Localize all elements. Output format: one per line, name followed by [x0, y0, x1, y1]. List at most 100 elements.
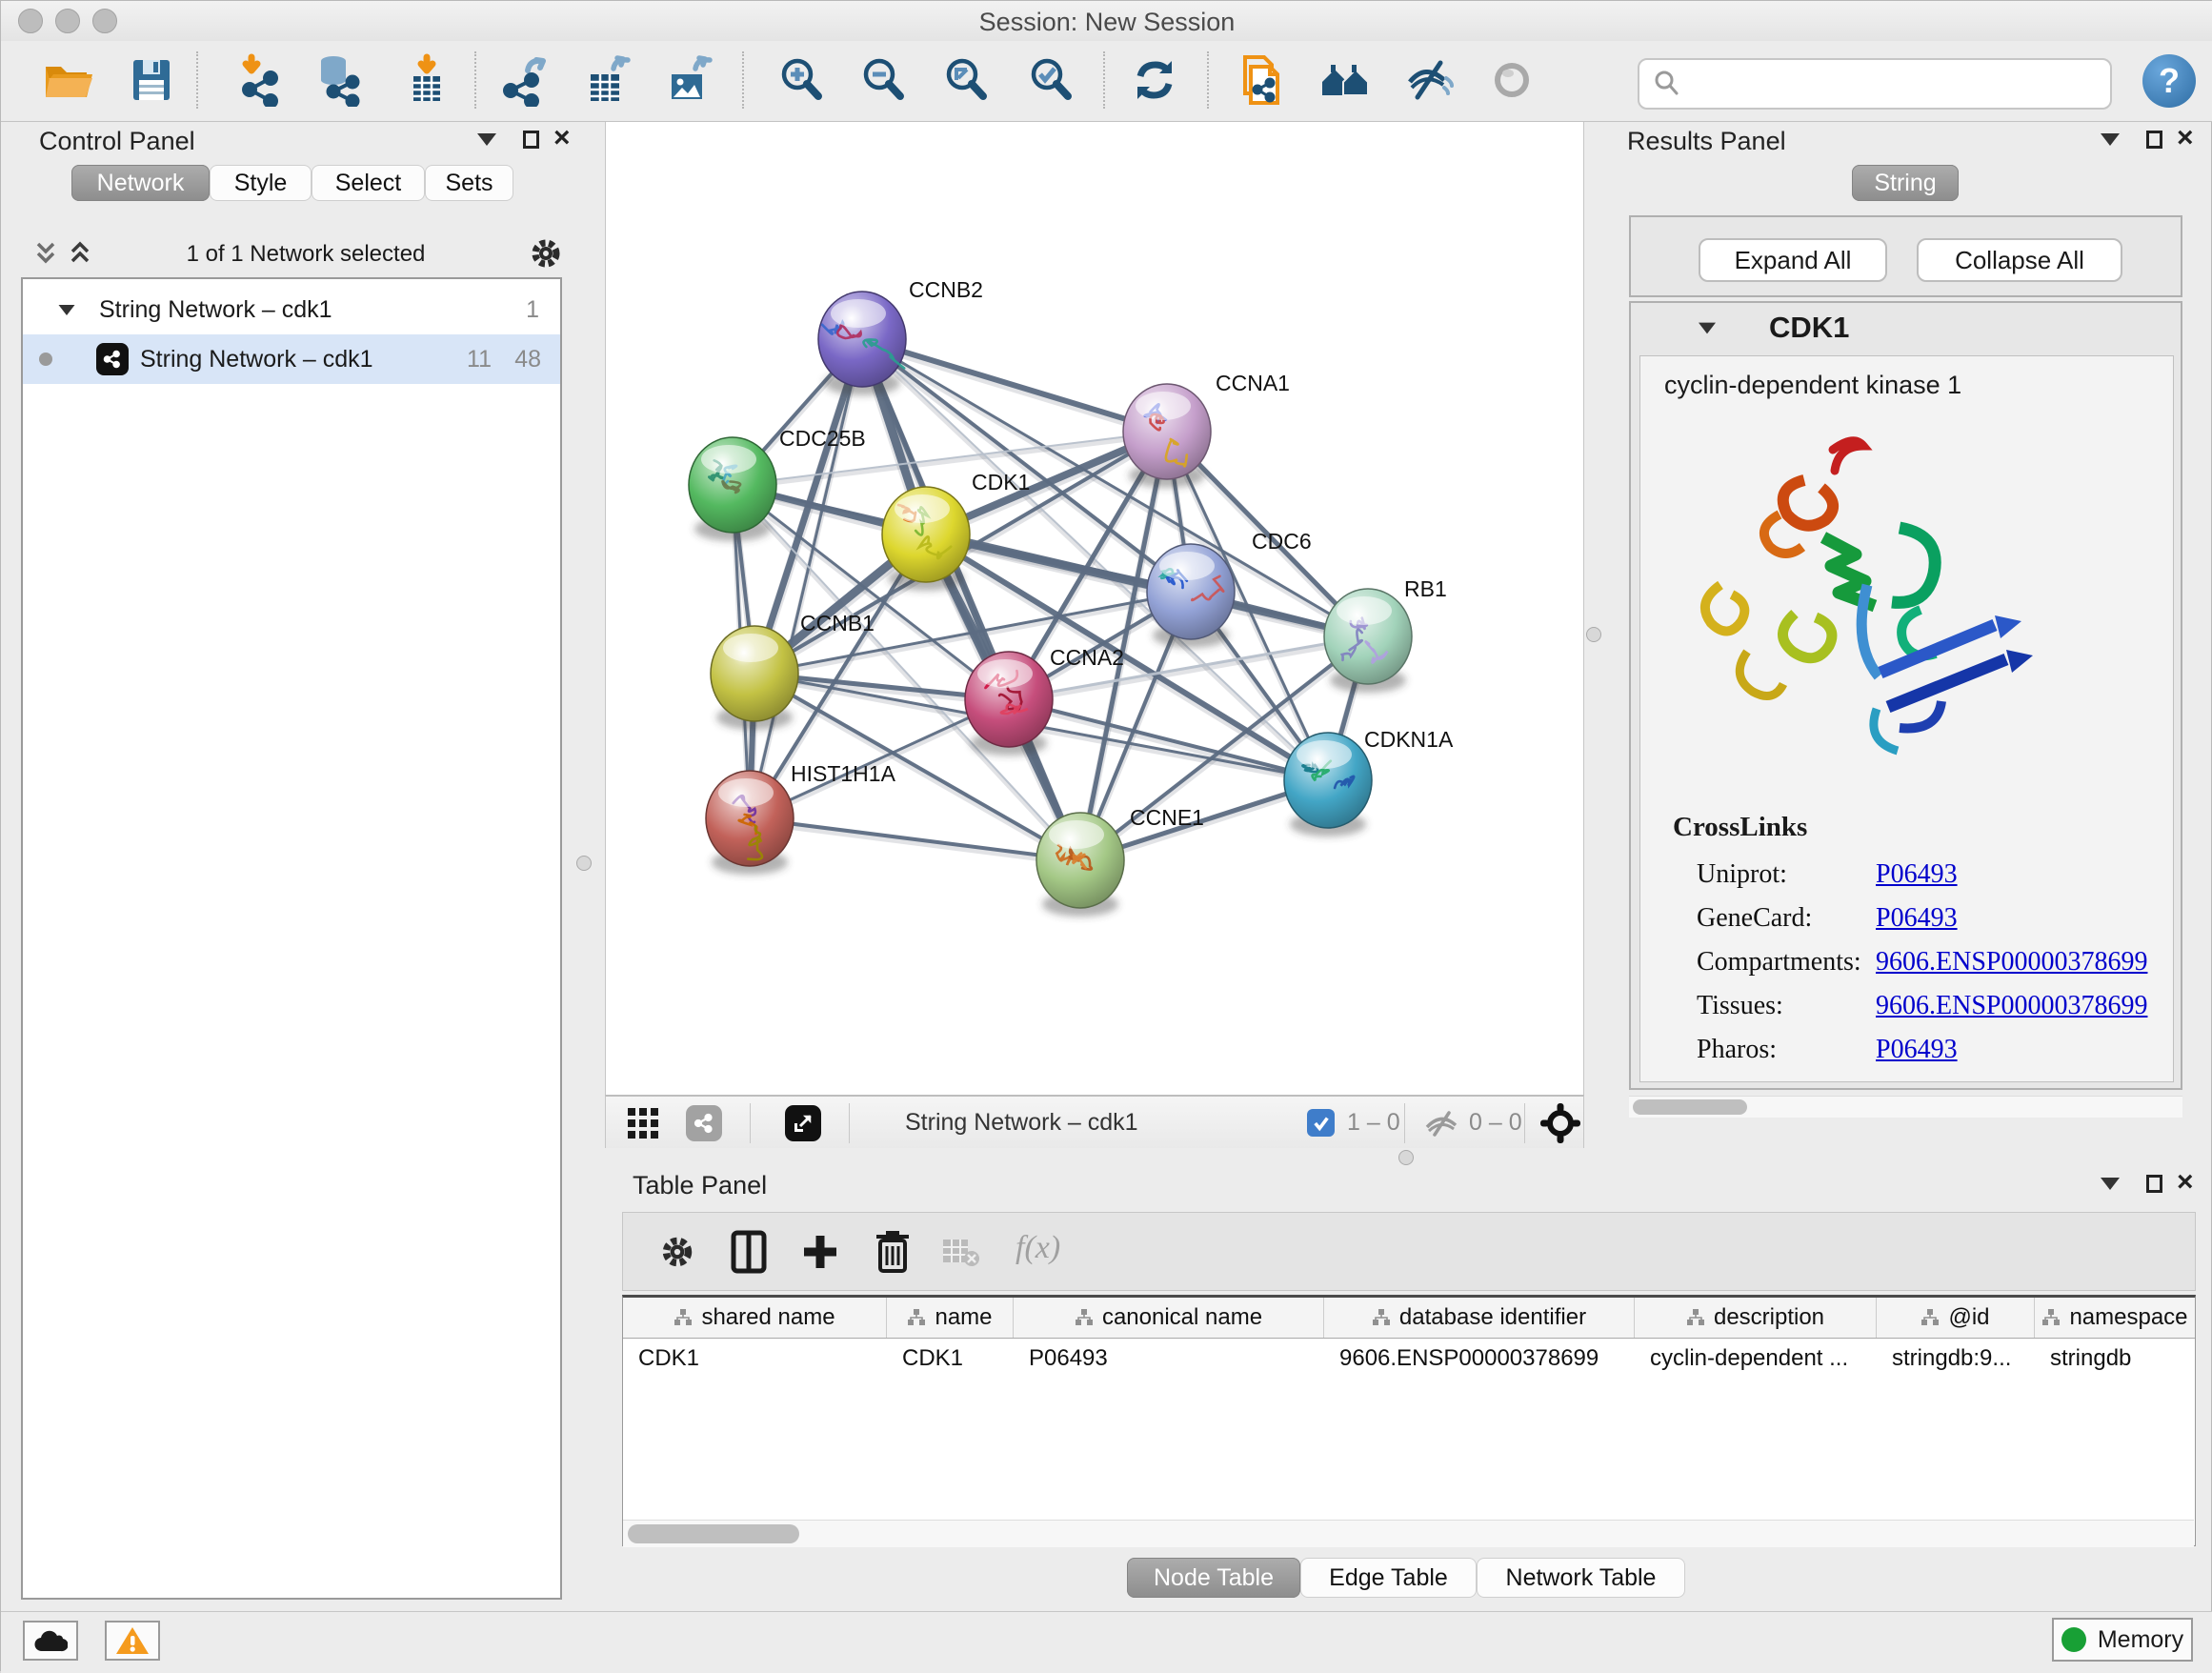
zoom-fit-button[interactable]: [935, 47, 997, 113]
column-header[interactable]: shared name: [623, 1298, 887, 1338]
zoom-in-button[interactable]: [770, 47, 833, 113]
network-canvas[interactable]: CCNB2CCNA1CDC25BCDK1CDC6RB1CCNB1CCNA2CDK…: [605, 122, 1584, 1095]
column-header[interactable]: @id: [1877, 1298, 2035, 1338]
tab-style[interactable]: Style: [210, 165, 312, 201]
tab-select[interactable]: Select: [312, 165, 425, 201]
close-panel-icon[interactable]: ×: [2177, 126, 2194, 151]
import-network-from-file-button[interactable]: [228, 47, 291, 113]
show-all-hidden-button[interactable]: [1480, 47, 1543, 113]
zoom-selected-button[interactable]: [1019, 47, 1082, 113]
show-grid-button[interactable]: [627, 1107, 659, 1139]
close-panel-icon[interactable]: ×: [553, 126, 571, 151]
left-splitter-handle[interactable]: [576, 856, 592, 871]
network-overview-button[interactable]: [686, 1105, 722, 1141]
column-header[interactable]: name: [887, 1298, 1014, 1338]
network-graph[interactable]: CCNB2CCNA1CDC25BCDK1CDC6RB1CCNB1CCNA2CDK…: [606, 122, 1585, 1095]
warning-icon: [115, 1625, 150, 1656]
window-title: Session: New Session: [1, 8, 2212, 37]
gene-expander-icon[interactable]: [1699, 323, 1716, 334]
open-session-button[interactable]: [36, 47, 99, 113]
panel-menu-icon[interactable]: [2101, 133, 2120, 146]
table-horizontal-scrollbar[interactable]: [623, 1520, 2194, 1547]
cloud-status-button[interactable]: [23, 1621, 78, 1661]
export-image-button[interactable]: [658, 47, 721, 113]
search-input[interactable]: [1683, 64, 2110, 104]
network-options-button[interactable]: [527, 234, 565, 272]
function-builder-button[interactable]: f(x): [1016, 1230, 1060, 1266]
tab-string[interactable]: String: [1852, 165, 1959, 201]
selected-nodes-checkbox[interactable]: [1307, 1109, 1335, 1137]
node-label: CDKN1A: [1364, 727, 1454, 752]
toolbar-separator: [196, 51, 198, 109]
crosslink-value[interactable]: P06493: [1876, 903, 1958, 934]
tab-sets[interactable]: Sets: [425, 165, 513, 201]
attribute-icon: [674, 1308, 693, 1327]
collapse-all-button[interactable]: Collapse All: [1917, 238, 2122, 282]
delete-column-button[interactable]: [875, 1229, 911, 1273]
delete-table-button[interactable]: [941, 1238, 979, 1268]
zoom-out-icon: [856, 53, 910, 107]
export-network-button[interactable]: [494, 47, 557, 113]
fit-selected-button[interactable]: [1539, 1102, 1581, 1144]
tab-network-table[interactable]: Network Table: [1477, 1558, 1685, 1598]
first-neighbors-button[interactable]: [1314, 47, 1377, 113]
check-icon: [1313, 1115, 1330, 1132]
bottom-splitter-handle[interactable]: [1398, 1150, 1414, 1165]
warnings-button[interactable]: [105, 1621, 160, 1661]
zoom-out-button[interactable]: [852, 47, 915, 113]
scrollbar-thumb[interactable]: [628, 1524, 799, 1543]
crosslink-value[interactable]: 9606.ENSP00000378699: [1876, 947, 2147, 978]
show-columns-button[interactable]: [730, 1230, 768, 1274]
open-in-new-window-button[interactable]: [785, 1105, 821, 1141]
column-header[interactable]: canonical name: [1014, 1298, 1324, 1338]
tab-edge-table[interactable]: Edge Table: [1300, 1558, 1477, 1598]
add-column-button[interactable]: [800, 1232, 840, 1272]
refresh-network-button[interactable]: [1123, 47, 1186, 113]
zoom-fit-icon: [939, 53, 993, 107]
close-panel-icon[interactable]: ×: [2177, 1170, 2194, 1195]
gene-description: cyclin-dependent kinase 1: [1664, 371, 1961, 400]
tab-node-table[interactable]: Node Table: [1127, 1558, 1300, 1598]
column-header[interactable]: database identifier: [1324, 1298, 1635, 1338]
panel-menu-icon[interactable]: [2101, 1178, 2120, 1190]
collection-expander-icon[interactable]: [59, 304, 75, 314]
results-horizontal-scrollbar[interactable]: [1629, 1096, 2182, 1118]
collection-count: 1: [526, 296, 539, 324]
column-header[interactable]: description: [1635, 1298, 1877, 1338]
search-box[interactable]: [1638, 58, 2112, 110]
crosslink-value[interactable]: P06493: [1876, 1035, 1958, 1065]
table-row[interactable]: CDK1 CDK1 P06493 9606.ENSP00000378699 cy…: [623, 1339, 2195, 1379]
expand-all-button[interactable]: Expand All: [1699, 238, 1887, 282]
save-session-button[interactable]: [120, 47, 183, 113]
crosslink-value[interactable]: 9606.ENSP00000378699: [1876, 991, 2147, 1021]
memory-button[interactable]: Memory: [2052, 1618, 2193, 1662]
network-list: String Network – cdk1 1 String Network –…: [21, 277, 562, 1600]
right-splitter-handle[interactable]: [1586, 627, 1601, 642]
import-table-from-file-button[interactable]: [395, 47, 458, 113]
table-options-button[interactable]: [657, 1232, 697, 1272]
column-header[interactable]: namespace: [2035, 1298, 2195, 1338]
float-panel-icon[interactable]: [523, 131, 539, 149]
node-label: CCNA2: [1050, 645, 1124, 670]
attribute-icon: [1372, 1308, 1391, 1327]
table-toolbar: f(x): [622, 1212, 2196, 1291]
new-network-from-selection-button[interactable]: [1229, 47, 1292, 113]
float-panel-icon[interactable]: [2146, 131, 2162, 149]
collapse-all-networks-button[interactable]: [33, 238, 58, 267]
scrollbar-thumb[interactable]: [1633, 1099, 1747, 1115]
tab-network[interactable]: Network: [71, 165, 210, 201]
hidden-indicator: [1423, 1110, 1459, 1137]
panel-menu-icon[interactable]: [477, 133, 496, 146]
crosslink-value[interactable]: P06493: [1876, 859, 1958, 890]
export-table-button[interactable]: [576, 47, 639, 113]
hide-selection-button[interactable]: [1398, 47, 1460, 113]
expand-all-networks-button[interactable]: [68, 238, 92, 267]
gene-name: CDK1: [1769, 311, 1849, 345]
toolbar-separator: [750, 1103, 751, 1143]
float-panel-icon[interactable]: [2146, 1175, 2162, 1193]
network-collection-row[interactable]: String Network – cdk1 1: [23, 285, 560, 334]
network-row-selected[interactable]: String Network – cdk1 11 48: [23, 334, 560, 384]
attribute-icon: [907, 1308, 926, 1327]
import-network-from-database-button[interactable]: [308, 47, 371, 113]
help-button[interactable]: ?: [2142, 54, 2196, 108]
